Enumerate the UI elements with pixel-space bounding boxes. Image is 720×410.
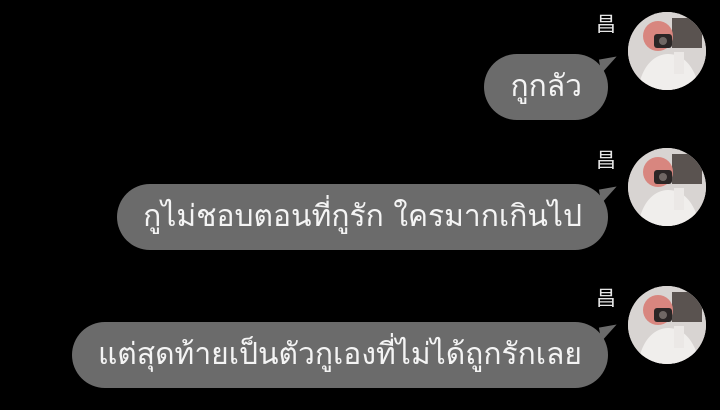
- avatar-photo-icon: [628, 286, 706, 364]
- sender-avatar[interactable]: [628, 286, 706, 364]
- sender-avatar[interactable]: [628, 148, 706, 226]
- message-row: 昌 กูไม่ชอบตอนที่กูรัก ใครมากเกินไป: [0, 146, 720, 266]
- sender-name: 昌: [596, 148, 616, 172]
- avatar-photo-icon: [628, 12, 706, 90]
- message-row: 昌 แต่สุดท้ายเป็นตัวกูเองที่ไม่ได้ถูกรักเ…: [0, 284, 720, 404]
- avatar-photo-icon: [628, 148, 706, 226]
- message-bubble[interactable]: กูกลัว: [484, 54, 608, 120]
- sender-name: 昌: [596, 12, 616, 36]
- message-row: 昌 กูกลัว: [0, 10, 720, 130]
- sender-name: 昌: [596, 286, 616, 310]
- chat-thread: 昌 กูกลัว 昌 กูไม่ชอบตอนที่กูรัก ใครมากเกิ…: [0, 0, 720, 410]
- message-bubble[interactable]: กูไม่ชอบตอนที่กูรัก ใครมากเกินไป: [117, 184, 608, 250]
- message-bubble[interactable]: แต่สุดท้ายเป็นตัวกูเองที่ไม่ได้ถูกรักเลย: [71, 322, 608, 388]
- sender-avatar[interactable]: [628, 12, 706, 90]
